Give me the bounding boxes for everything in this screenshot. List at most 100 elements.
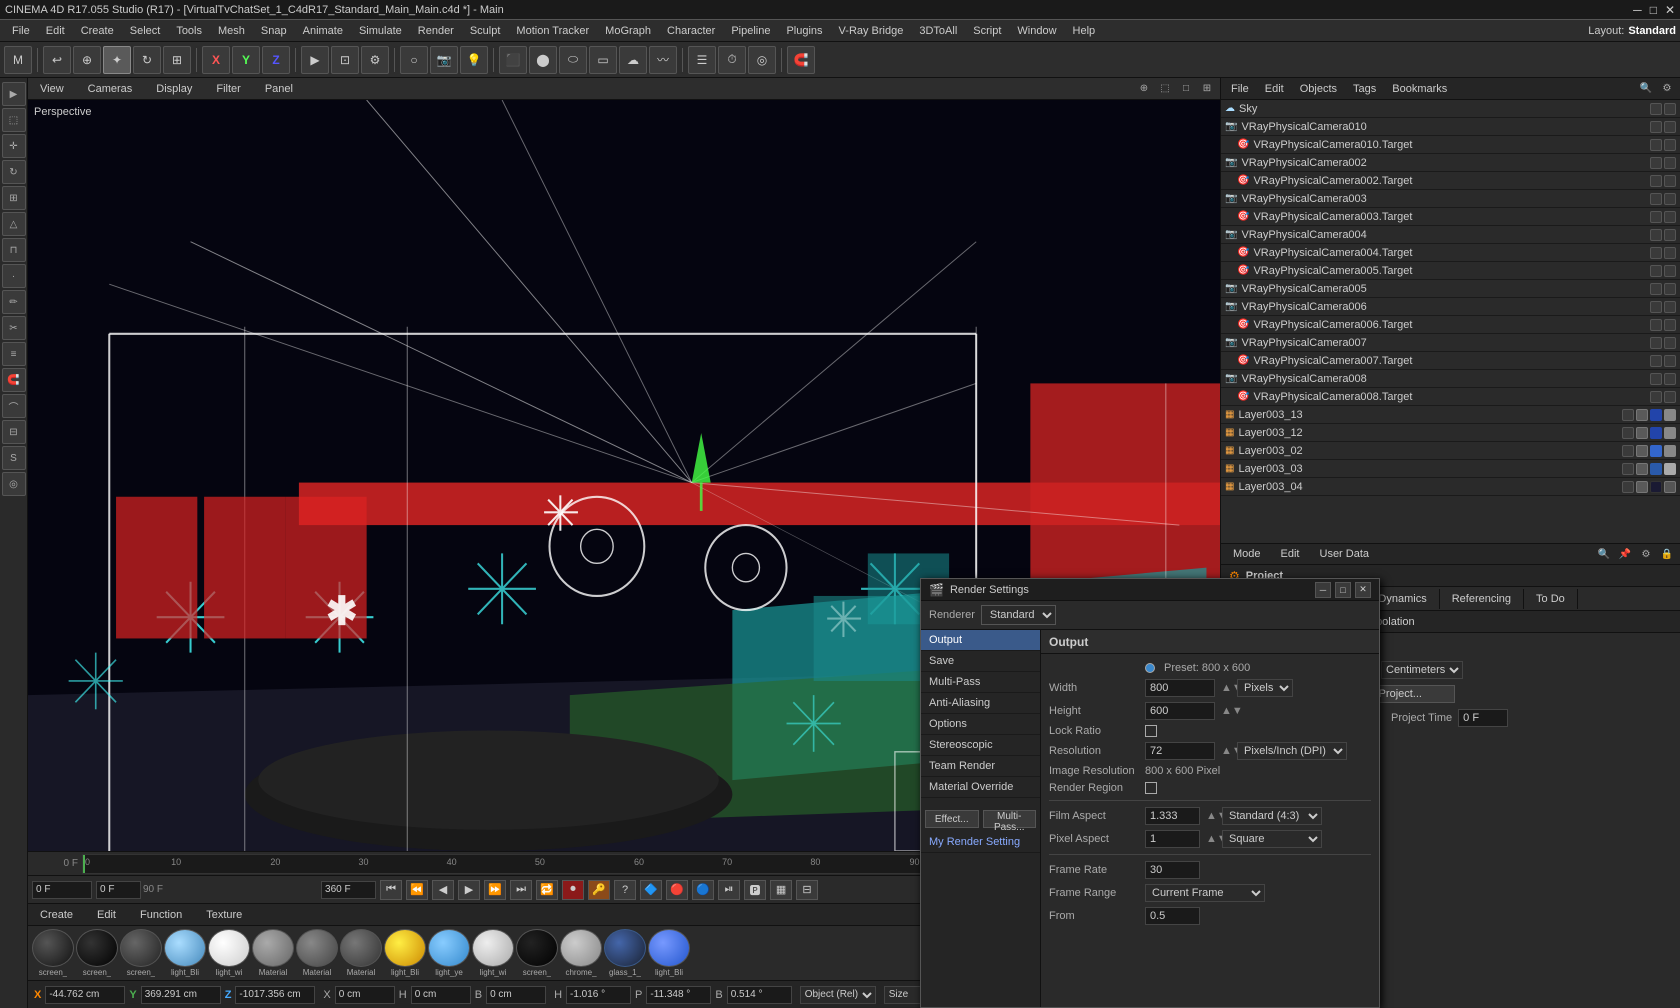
toolbar-undo-icon[interactable]: ↩	[43, 46, 71, 74]
vis-l16[interactable]	[1664, 463, 1676, 475]
material-item-1[interactable]: screen_	[76, 929, 118, 977]
obj-row-layer03[interactable]: ▦ Layer003_03	[1221, 460, 1680, 478]
obj-row-cam002t[interactable]: 🎯 VRayPhysicalCamera002.Target	[1221, 172, 1680, 190]
left-btn-magnet[interactable]: 🧲	[2, 368, 26, 392]
vis-l19[interactable]	[1650, 481, 1662, 493]
vis-7[interactable]	[1650, 175, 1662, 187]
frame-start-input[interactable]	[96, 881, 141, 899]
close-btn[interactable]: ✕	[1665, 3, 1675, 17]
size-x-input[interactable]	[335, 986, 395, 1004]
vis-29[interactable]	[1650, 373, 1662, 385]
play-btn[interactable]: ▶	[458, 880, 480, 900]
obj-row-cam010t[interactable]: 🎯 VRayPhysicalCamera010.Target	[1221, 136, 1680, 154]
vis-l15[interactable]	[1650, 463, 1662, 475]
left-btn-mirror[interactable]: ⊟	[2, 420, 26, 444]
vis-l7[interactable]	[1650, 427, 1662, 439]
mode-tab-mode[interactable]: Mode	[1225, 546, 1269, 562]
menu-file[interactable]: File	[4, 23, 38, 39]
vis-27[interactable]	[1650, 355, 1662, 367]
size-y-input[interactable]	[411, 986, 471, 1004]
help-btn[interactable]: ?	[614, 880, 636, 900]
record-btn[interactable]: ⏺	[562, 880, 584, 900]
toolbar-light-icon[interactable]: 💡	[460, 46, 488, 74]
obj-row-cam004[interactable]: 📷 VRayPhysicalCamera004	[1221, 226, 1680, 244]
vis-22[interactable]	[1664, 301, 1676, 313]
menu-animate[interactable]: Animate	[295, 23, 351, 39]
rs-nav-multipass[interactable]: Multi-Pass	[921, 672, 1040, 693]
vp-tab-filter[interactable]: Filter	[208, 81, 248, 97]
obj-row-cam005[interactable]: 📷 VRayPhysicalCamera005	[1221, 280, 1680, 298]
tab-referencing[interactable]: Referencing	[1440, 589, 1524, 609]
rs-nav-myrender[interactable]: My Render Setting	[921, 832, 1040, 853]
material-item-0[interactable]: screen_	[32, 929, 74, 977]
vp-tab-display[interactable]: Display	[148, 81, 200, 97]
search-icon[interactable]: 🔍	[1637, 80, 1655, 98]
toolbar-rendersettings-icon[interactable]: ⚙	[361, 46, 389, 74]
anim-btn6[interactable]: ▦	[770, 880, 792, 900]
mat-texture[interactable]: Texture	[198, 907, 250, 923]
vis-9[interactable]	[1650, 193, 1662, 205]
pos-x-input[interactable]	[45, 986, 125, 1004]
menu-create[interactable]: Create	[73, 23, 122, 39]
menu-help[interactable]: Help	[1065, 23, 1104, 39]
vis-8[interactable]	[1664, 175, 1676, 187]
anim-btn3[interactable]: 🔵	[692, 880, 714, 900]
vis-11[interactable]	[1650, 211, 1662, 223]
current-frame-input[interactable]	[32, 881, 92, 899]
toolbar-mat-icon[interactable]: ◎	[748, 46, 776, 74]
toolbar-null-icon[interactable]: ○	[400, 46, 428, 74]
play-loop-btn[interactable]: 🔁	[536, 880, 558, 900]
keyframe-btn[interactable]: 🔑	[588, 880, 610, 900]
left-btn-point[interactable]: ·	[2, 264, 26, 288]
toolbar-snap-icon[interactable]: 🧲	[787, 46, 815, 74]
menu-snap[interactable]: Snap	[253, 23, 295, 39]
anim-btn1[interactable]: 🔷	[640, 880, 662, 900]
play-next-btn[interactable]: ⏩	[484, 880, 506, 900]
vis-l12[interactable]	[1664, 445, 1676, 457]
obj-row-cam004t[interactable]: 🎯 VRayPhysicalCamera004.Target	[1221, 244, 1680, 262]
menu-motion-tracker[interactable]: Motion Tracker	[508, 23, 597, 39]
rs-height-input[interactable]	[1145, 702, 1215, 720]
vis-15[interactable]	[1650, 247, 1662, 259]
rs-framerate-input[interactable]	[1145, 861, 1200, 879]
obj-row-cam003t[interactable]: 🎯 VRayPhysicalCamera003.Target	[1221, 208, 1680, 226]
left-btn-rotate[interactable]: ↻	[2, 160, 26, 184]
size-z-input[interactable]	[486, 986, 546, 1004]
title-controls[interactable]: ─ □ ✕	[1633, 3, 1675, 17]
material-item-14[interactable]: light_Bli	[648, 929, 690, 977]
left-btn-arrow[interactable]: ▶	[2, 82, 26, 106]
rs-nav-save[interactable]: Save	[921, 651, 1040, 672]
vis-31[interactable]	[1650, 391, 1662, 403]
rs-lockratio-checkbox[interactable]	[1145, 725, 1157, 737]
rs-titlebar[interactable]: 🎬 Render Settings ─ □ ✕	[921, 579, 1379, 601]
rs-pixelaspect-input[interactable]	[1145, 830, 1200, 848]
vis-l18[interactable]	[1636, 481, 1648, 493]
toolbar-sphere-icon[interactable]: ⬤	[529, 46, 557, 74]
toolbar-spline-icon[interactable]: 〰	[649, 46, 677, 74]
vis-17[interactable]	[1650, 265, 1662, 277]
pos-z-input[interactable]	[235, 986, 315, 1004]
obj-row-layer02[interactable]: ▦ Layer003_02	[1221, 442, 1680, 460]
material-item-6[interactable]: Material	[296, 929, 338, 977]
anim-btn7[interactable]: ⊟	[796, 880, 818, 900]
left-btn-edge[interactable]: ⊓	[2, 238, 26, 262]
vis-2[interactable]	[1664, 121, 1676, 133]
material-item-7[interactable]: Material	[340, 929, 382, 977]
maximize-btn[interactable]: □	[1650, 3, 1657, 17]
left-btn-scale[interactable]: ⊞	[2, 186, 26, 210]
anim-btn5[interactable]: 🅿	[744, 880, 766, 900]
menu-edit[interactable]: Edit	[38, 23, 73, 39]
play-prev-btn[interactable]: ⏪	[406, 880, 428, 900]
mode-search-icon[interactable]: 🔍	[1595, 545, 1613, 563]
material-item-2[interactable]: screen_	[120, 929, 162, 977]
rs-nav-teamrender[interactable]: Team Render	[921, 756, 1040, 777]
toolbar-y-icon[interactable]: Y	[232, 46, 260, 74]
toolbar-cylinder-icon[interactable]: ⬭	[559, 46, 587, 74]
vis-26[interactable]	[1664, 337, 1676, 349]
left-btn-select[interactable]: ⬚	[2, 108, 26, 132]
toolbar-move-icon[interactable]: ✦	[103, 46, 131, 74]
vis-1[interactable]	[1650, 121, 1662, 133]
vis-l5[interactable]	[1622, 427, 1634, 439]
vis-28[interactable]	[1664, 355, 1676, 367]
frame-total-input[interactable]	[321, 881, 376, 899]
